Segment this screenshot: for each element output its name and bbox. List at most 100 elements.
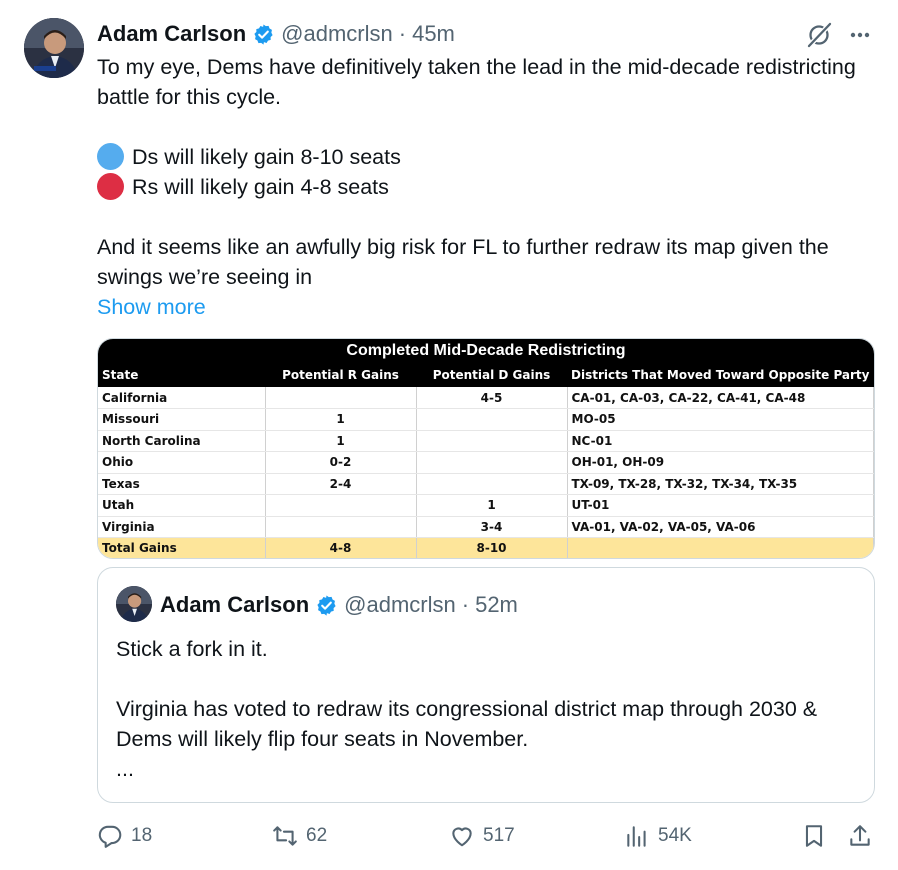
- repost-button[interactable]: 62: [272, 818, 327, 854]
- table-cell: [265, 494, 417, 517]
- dem-gain-text: Ds will likely gain 8-10 seats: [132, 145, 401, 169]
- redistricting-table: State Potential R Gains Potential D Gain…: [98, 363, 874, 558]
- like-count: 517: [483, 825, 515, 846]
- tweet-line: [97, 202, 867, 232]
- quoted-tweet-text: Stick a fork in it. Virginia has voted t…: [116, 634, 856, 784]
- table-cell: California: [98, 387, 266, 409]
- table-cell: MO-05: [567, 408, 874, 431]
- share-icon: [850, 825, 870, 846]
- table-title: Completed Mid-Decade Redistricting: [98, 339, 874, 363]
- table-cell: 3-4: [416, 516, 568, 538]
- quoted-author-handle: @admcrlsn: [344, 592, 456, 617]
- quoted-line: ...: [116, 757, 134, 781]
- tweet-line-blue: Ds will likely gain 8-10 seats: [97, 142, 867, 172]
- quoted-timestamp: 52m: [475, 592, 518, 617]
- verified-badge-icon: [254, 23, 273, 45]
- author-handle[interactable]: @admcrlsn: [281, 21, 393, 47]
- separator: ·: [461, 592, 470, 617]
- table-cell: [416, 408, 568, 431]
- author-avatar[interactable]: [24, 18, 84, 78]
- bookmark-button[interactable]: [801, 818, 835, 854]
- tweet-line: To my eye, Dems have definitively taken …: [97, 55, 856, 109]
- table-cell: CA-01, CA-03, CA-22, CA-41, CA-48: [567, 387, 874, 409]
- table-cell: Texas: [98, 473, 266, 495]
- header-cell: Potential R Gains: [265, 363, 416, 387]
- separator: ·: [398, 21, 407, 46]
- table-cell: 4-8: [265, 537, 417, 558]
- table-row: California 4-5 CA-01, CA-03, CA-22, CA-4…: [98, 387, 874, 409]
- red-circle-icon: [97, 173, 124, 200]
- reply-count: 18: [131, 825, 153, 846]
- table-cell: TX-09, TX-28, TX-32, TX-34, TX-35: [567, 473, 874, 495]
- reply-button[interactable]: 18: [97, 818, 152, 854]
- tweet-line: [97, 112, 867, 142]
- views-button[interactable]: 54K: [624, 818, 692, 854]
- quoted-line: [116, 664, 856, 694]
- tweet-text: To my eye, Dems have definitively taken …: [97, 52, 867, 322]
- like-icon: [452, 827, 472, 847]
- tweet-line-red: Rs will likely gain 4-8 seats: [97, 172, 867, 202]
- table-cell: Total Gains: [98, 537, 266, 558]
- table-cell: OH-01, OH-09: [567, 451, 874, 474]
- quoted-tweet-header: Adam Carlson @admcrlsn · 52m: [160, 590, 518, 620]
- table-row: Utah 1 UT-01: [98, 494, 874, 517]
- like-button[interactable]: 517: [449, 818, 515, 854]
- avatar-image: [24, 18, 84, 78]
- verified-badge-icon: [317, 594, 336, 616]
- table-cell: 1: [416, 494, 568, 517]
- more-icon[interactable]: [845, 20, 875, 50]
- table-row: Texas 2-4 TX-09, TX-28, TX-32, TX-34, TX…: [98, 473, 874, 495]
- bookmark-icon: [805, 825, 823, 847]
- table-cell: 0-2: [265, 451, 417, 474]
- table-row: Ohio 0-2 OH-01, OH-09: [98, 451, 874, 474]
- table-total-row: Total Gains 4-8 8-10: [98, 537, 874, 558]
- table-cell: North Carolina: [98, 430, 266, 452]
- table-cell: Missouri: [98, 408, 266, 431]
- table-cell: 8-10: [416, 537, 568, 558]
- table-cell: [416, 451, 568, 474]
- table-cell: [265, 516, 417, 538]
- table-cell: 2-4: [265, 473, 417, 495]
- reply-icon: [98, 825, 122, 848]
- quoted-author-name: Adam Carlson: [160, 592, 310, 617]
- table-cell: Ohio: [98, 451, 266, 474]
- action-bar: 18 62 517 54K: [97, 818, 875, 854]
- repost-icon: [273, 826, 297, 846]
- author-name[interactable]: Adam Carlson: [97, 21, 246, 47]
- table-cell: 4-5: [416, 387, 568, 409]
- header-cell: Potential D Gains: [416, 363, 567, 387]
- tweet-line: And it seems like an awfully big risk fo…: [97, 235, 829, 289]
- share-button[interactable]: [847, 818, 881, 854]
- tweet-header: Adam Carlson @admcrlsn · 45m: [97, 19, 455, 49]
- repost-count: 62: [306, 825, 328, 846]
- quoted-line: Virginia has voted to redraw its congres…: [116, 697, 818, 751]
- quoted-author-avatar: [116, 586, 152, 622]
- header-cell: State: [98, 363, 265, 387]
- table-row: North Carolina 1 NC-01: [98, 430, 874, 452]
- header-cell: Districts That Moved Toward Opposite Par…: [567, 363, 874, 387]
- views-count: 54K: [658, 825, 692, 846]
- table-cell: UT-01: [567, 494, 874, 517]
- table-cell: 1: [265, 408, 417, 431]
- timestamp[interactable]: 45m: [412, 21, 455, 47]
- table-row: Missouri 1 MO-05: [98, 408, 874, 431]
- table-cell: [416, 473, 568, 495]
- quoted-avatar-image: [116, 586, 152, 622]
- rep-gain-text: Rs will likely gain 4-8 seats: [132, 175, 389, 199]
- table-cell: VA-01, VA-02, VA-05, VA-06: [567, 516, 874, 538]
- table-cell: [416, 430, 568, 452]
- blue-circle-icon: [97, 143, 124, 170]
- views-icon: [627, 826, 646, 847]
- table-cell: [567, 537, 874, 558]
- table-cell: Utah: [98, 494, 266, 517]
- table-cell: Virginia: [98, 516, 266, 538]
- show-more-link[interactable]: Show more: [97, 295, 206, 319]
- quoted-line: Stick a fork in it.: [116, 637, 268, 661]
- table-cell: [265, 387, 417, 409]
- table-cell: NC-01: [567, 430, 874, 452]
- table-cell: 1: [265, 430, 417, 452]
- tweet-image-table[interactable]: Completed Mid-Decade Redistricting State…: [97, 338, 875, 559]
- table-header-row: State Potential R Gains Potential D Gain…: [98, 363, 874, 387]
- table-row: Virginia 3-4 VA-01, VA-02, VA-05, VA-06: [98, 516, 874, 538]
- grok-icon[interactable]: [804, 20, 834, 50]
